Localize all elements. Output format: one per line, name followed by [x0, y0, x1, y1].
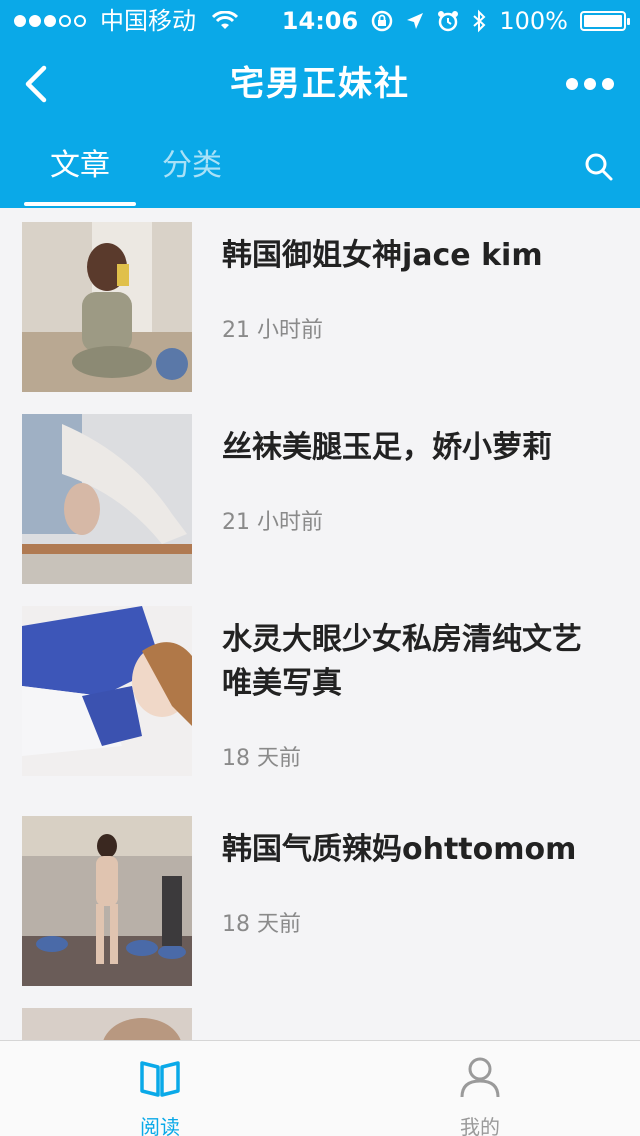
more-dots-icon	[566, 78, 578, 90]
status-bar: 中国移动 14:06 100%	[0, 0, 640, 42]
rotation-lock-icon	[372, 10, 393, 32]
list-item[interactable]: 韩国御姐女神jace kim 21 小时前	[0, 208, 640, 400]
article-title[interactable]: 水灵大眼少女私房清纯文艺唯美写真	[222, 618, 602, 706]
list-item[interactable]	[0, 994, 640, 1040]
status-right: 100%	[371, 0, 630, 42]
list-item[interactable]: 韩国气质辣妈ohttomom 18 天前	[0, 802, 640, 994]
alarm-icon	[438, 11, 459, 32]
article-time: 21 小时前	[222, 510, 323, 535]
tabbar-read-label: 阅读	[140, 1115, 180, 1136]
article-title[interactable]: 韩国气质辣妈ohttomom	[222, 828, 602, 872]
list-item[interactable]: 丝袜美腿玉足，娇小萝莉 21 小时前	[0, 400, 640, 592]
article-thumbnail[interactable]	[22, 816, 192, 986]
article-thumbnail[interactable]	[22, 414, 192, 584]
tab-categories[interactable]: 分类	[162, 144, 222, 188]
location-icon	[407, 13, 424, 29]
tab-articles[interactable]: 文章	[50, 144, 110, 188]
book-icon	[140, 1061, 180, 1097]
nav-bar: 宅男正妹社	[0, 42, 640, 126]
article-time: 18 天前	[222, 746, 301, 771]
article-title[interactable]: 韩国御姐女神jace kim	[222, 234, 602, 278]
battery-percent: 100%	[499, 7, 568, 35]
article-time: 18 天前	[222, 912, 301, 937]
search-icon[interactable]	[584, 152, 614, 182]
article-list: 韩国御姐女神jace kim 21 小时前 丝袜美腿玉足，娇小萝莉 21 小时前	[0, 208, 640, 1040]
tabbar-mine[interactable]: 我的	[320, 1041, 640, 1136]
page-title: 宅男正妹社	[230, 64, 410, 104]
bluetooth-icon	[473, 9, 486, 33]
app-header: 中国移动 14:06 100% 宅男正妹社 文章 分类	[0, 0, 640, 208]
article-thumbnail[interactable]	[22, 606, 192, 776]
more-button[interactable]	[566, 72, 616, 96]
battery-icon	[580, 11, 630, 31]
active-tab-indicator	[24, 202, 136, 206]
tabbar-read[interactable]: 阅读	[0, 1041, 320, 1136]
bottom-tab-bar: 阅读 我的	[0, 1040, 640, 1136]
tab-strip: 文章 分类	[0, 126, 640, 208]
user-icon	[460, 1057, 500, 1098]
article-title[interactable]: 丝袜美腿玉足，娇小萝莉	[222, 426, 602, 470]
list-item[interactable]: 水灵大眼少女私房清纯文艺唯美写真 18 天前	[0, 592, 640, 802]
tabbar-mine-label: 我的	[460, 1115, 500, 1136]
article-thumbnail[interactable]	[22, 222, 192, 392]
article-thumbnail[interactable]	[22, 1008, 192, 1040]
article-time: 21 小时前	[222, 318, 323, 343]
